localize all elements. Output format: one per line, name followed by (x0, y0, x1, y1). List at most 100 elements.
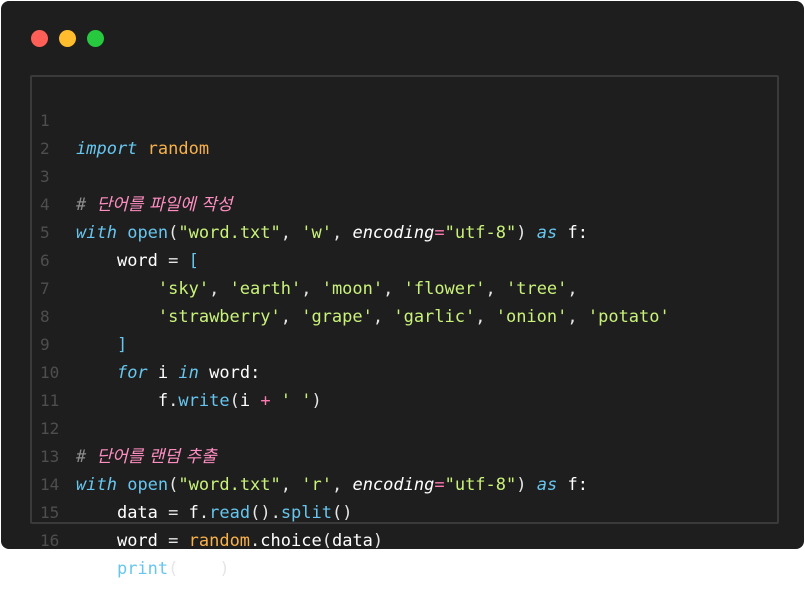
function-open: open (127, 223, 169, 243)
paren: ( (229, 391, 240, 411)
method-name: write (178, 391, 230, 411)
comma: , (372, 307, 394, 327)
function-open: open (127, 475, 169, 495)
paren: ( (168, 475, 179, 495)
code-window: 1 import random 2 3 # 단어를 파일에 작성 4 with … (1, 1, 804, 579)
identifier: word (178, 559, 220, 579)
paren: ) (311, 391, 322, 411)
close-dot-icon[interactable] (31, 30, 48, 47)
code-editor[interactable]: 1 import random 2 3 # 단어를 파일에 작성 4 with … (30, 75, 779, 579)
string: "utf-8" (444, 475, 517, 495)
module-name: random (147, 139, 210, 159)
identifier: f: (567, 475, 588, 495)
string: 'onion' (495, 307, 568, 327)
comment-text: 단어를 랜덤 추출 (96, 447, 217, 467)
param-name: encoding (352, 223, 435, 243)
comment-text: 단어를 파일에 작성 (96, 195, 233, 215)
paren: ( (168, 559, 179, 579)
dot: . (198, 503, 210, 523)
string: 'sky' (157, 279, 210, 299)
dot: . (270, 503, 281, 523)
comma: , (475, 307, 496, 327)
identifier: f (157, 391, 169, 411)
operator: = (434, 223, 445, 243)
line-number: 16 (40, 531, 60, 550)
keyword-as: as (536, 223, 558, 243)
zoom-dot-icon[interactable] (87, 30, 104, 47)
string: 'r' (301, 475, 332, 495)
code-line-2: 2 (32, 107, 114, 158)
keyword-as: as (536, 475, 558, 495)
code-line-6: 6 'sky', 'earth', 'moon', 'flower', 'tre… (32, 219, 578, 299)
identifier: f: (567, 223, 588, 243)
comma: , (209, 279, 230, 299)
operator: = (157, 251, 189, 271)
function-print: print (116, 559, 169, 579)
identifier: word (116, 531, 158, 551)
identifier: i (239, 391, 251, 411)
string: 'strawberry' (157, 307, 281, 327)
code-line-8: 8 ] (32, 275, 127, 355)
identifier: data (331, 531, 373, 551)
string: 'moon' (321, 279, 384, 299)
code-line-4: 4 with open("word.txt", 'w', encoding="u… (32, 163, 588, 243)
bracket: [ (188, 251, 199, 271)
code-line-5: 5 word = [ (32, 191, 199, 271)
comma: , (280, 223, 302, 243)
paren: ) (516, 475, 527, 495)
keyword-for: for (116, 363, 148, 383)
string: 'grape' (301, 307, 373, 327)
identifier: word (116, 251, 158, 271)
identifier: word: (209, 363, 261, 383)
identifier: data (116, 503, 158, 523)
paren: () (250, 503, 271, 523)
keyword-in: in (178, 363, 199, 383)
code-lines: 1 import random 2 3 # 단어를 파일에 작성 4 with … (32, 79, 670, 579)
paren: ) (516, 223, 527, 243)
comma: , (280, 475, 302, 495)
comma: , (331, 475, 353, 495)
code-line-15: 15 word = random.choice(data) (32, 471, 383, 551)
code-line-3: 3 # 단어를 파일에 작성 (32, 135, 232, 215)
code-line-14: 14 data = f.read().split() (32, 443, 352, 523)
string: ' ' (280, 391, 312, 411)
string: "utf-8" (444, 223, 517, 243)
window-controls (31, 30, 104, 47)
operator: = (157, 531, 189, 551)
paren: ) (372, 531, 384, 551)
operator: + (250, 391, 281, 411)
dot: . (168, 391, 179, 411)
string: 'potato' (587, 307, 670, 327)
identifier: i (157, 363, 169, 383)
string: 'tree' (505, 279, 568, 299)
code-line-16: 16 print(word) (32, 499, 230, 579)
comma: , (331, 223, 353, 243)
code-line-9: 9 for i in word: (32, 303, 260, 383)
comma: , (485, 279, 506, 299)
code-line-7: 7 'strawberry', 'grape', 'garlic', 'onio… (32, 247, 670, 327)
paren: ( (321, 531, 332, 551)
string: 'flower' (403, 279, 486, 299)
module-name: random (188, 531, 251, 551)
paren: ( (168, 223, 179, 243)
comma: , (383, 279, 404, 299)
param-name: encoding (352, 475, 435, 495)
method-name: read (209, 503, 251, 523)
string: "word.txt" (178, 475, 281, 495)
operator: = (434, 475, 445, 495)
comma: , (567, 279, 578, 299)
operator: = (157, 503, 189, 523)
code-line-12: 12 # 단어를 랜덤 추출 (32, 387, 217, 467)
code-line-11: 11 (32, 359, 114, 410)
string: 'earth' (229, 279, 302, 299)
comma: , (280, 307, 302, 327)
bracket: ] (116, 335, 128, 355)
method-name: choice (260, 531, 322, 551)
minimize-dot-icon[interactable] (59, 30, 76, 47)
paren: () (332, 503, 353, 523)
dot: . (250, 531, 261, 551)
method-name: split (280, 503, 332, 523)
code-line-13: 13 with open("word.txt", 'r', encoding="… (32, 415, 588, 495)
code-line-1: 1 import random (32, 79, 209, 159)
identifier: f (188, 503, 199, 523)
